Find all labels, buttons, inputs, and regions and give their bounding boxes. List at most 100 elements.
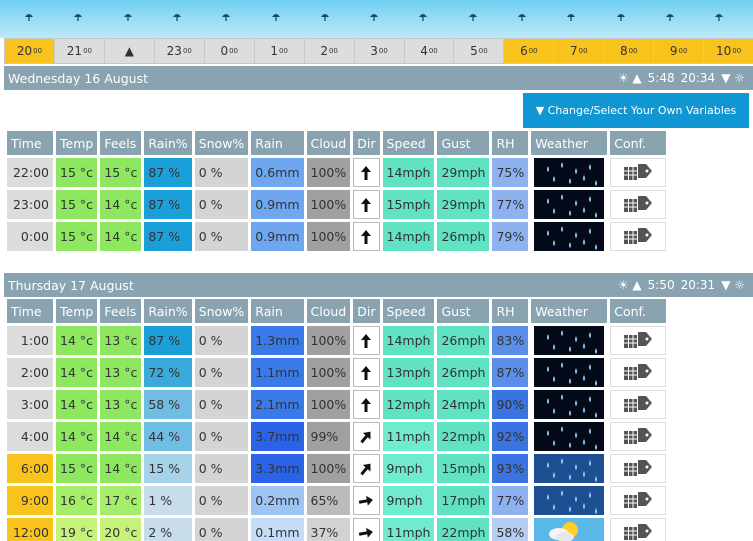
rain-amount-cell: 0.1mm (251, 518, 304, 541)
sunset-time: 20:31 (680, 278, 716, 292)
wind-direction-icon (353, 222, 380, 251)
precipitation-timeline (0, 0, 753, 38)
hour-cell[interactable]: 1 00 (253, 38, 305, 64)
confidence-icon[interactable] (610, 454, 667, 483)
raindrop-icon (123, 12, 133, 22)
table-row: 9:00 16 °c 17 °c 1 % 0 % 0.2mm 65% 9mph 17mph 77% (7, 486, 667, 515)
forecast-table: Time Temp Feels Rain% Snow% Rain Cloud Dir Speed… (4, 296, 669, 541)
column-header-rain[interactable]: Rain% (144, 131, 192, 155)
hour-cell[interactable]: 0 00 (203, 38, 255, 64)
table-row: 12:00 19 °c 20 °c 2 % 0 % 0.1mm 37% 11mph 22mph 5… (7, 518, 667, 541)
snow-chance-cell: 0 % (194, 518, 249, 541)
rain-amount-cell: 0.6mm (251, 158, 304, 187)
hour-cell[interactable]: 9 00 (653, 38, 705, 64)
snow-chance-cell: 0 % (194, 190, 249, 219)
column-header-rain[interactable]: Rain (251, 131, 304, 155)
snow-chance-cell: 0 % (194, 358, 249, 387)
rain-chance-cell: 87 % (144, 190, 192, 219)
humidity-cell: 90% (492, 390, 529, 419)
table-row: 6:00 15 °c 14 °c 15 % 0 % 3.3mm 100% 9mph 15mph 9… (7, 454, 667, 483)
column-header-weather[interactable]: Weather (531, 131, 608, 155)
cloud-cell: 100% (306, 158, 351, 187)
confidence-icon[interactable] (610, 422, 667, 451)
table-row: 2:00 14 °c 13 °c 72 % 0 % 1.1mm 100% 13mph 26mph… (7, 358, 667, 387)
column-header-rh[interactable]: RH (492, 299, 529, 323)
hour-cell[interactable]: 20 00 (4, 38, 55, 64)
weather-icon (531, 358, 607, 387)
column-header-temp[interactable]: Temp (56, 299, 98, 323)
gust-cell: 17mph (437, 486, 490, 515)
gust-cell: 24mph (437, 390, 490, 419)
temp-cell: 15 °c (56, 190, 98, 219)
column-header-snow[interactable]: Snow% (194, 131, 249, 155)
confidence-icon[interactable] (610, 222, 667, 251)
column-header-conf[interactable]: Conf. (610, 131, 667, 155)
humidity-cell: 75% (492, 158, 529, 187)
hour-cell[interactable]: 21 00 (53, 38, 105, 64)
column-header-time[interactable]: Time (7, 131, 53, 155)
confidence-icon[interactable] (610, 326, 667, 355)
wind-speed-cell: 13mph (382, 358, 435, 387)
feels-cell: 20 °c (100, 518, 142, 541)
humidity-cell: 92% (492, 422, 529, 451)
column-header-rain[interactable]: Rain% (144, 299, 192, 323)
sun-times: ☀ ▲ 5:48 20:34 ▼ ☼ (618, 71, 753, 85)
time-cell: 3:00 (7, 390, 53, 419)
sunrise-icon: ☀ ▲ (617, 71, 642, 85)
column-header-time[interactable]: Time (7, 299, 53, 323)
column-header-temp[interactable]: Temp (56, 131, 98, 155)
raindrop-icon (616, 12, 626, 22)
column-header-conf[interactable]: Conf. (610, 299, 667, 323)
raindrop-icon (271, 12, 281, 22)
column-header-feels[interactable]: Feels (100, 299, 142, 323)
column-header-speed[interactable]: Speed (382, 299, 435, 323)
hour-cell[interactable]: 7 00 (553, 38, 605, 64)
column-header-dir[interactable]: Dir (353, 299, 380, 323)
sunrise-time: 5:50 (647, 278, 675, 292)
hour-cell[interactable]: 3 00 (353, 38, 405, 64)
column-header-speed[interactable]: Speed (382, 131, 435, 155)
confidence-icon[interactable] (610, 158, 667, 187)
confidence-icon[interactable] (610, 518, 667, 541)
cloud-cell: 100% (306, 454, 351, 483)
snow-chance-cell: 0 % (194, 454, 249, 483)
column-header-gust[interactable]: Gust (437, 299, 490, 323)
time-cell: 1:00 (7, 326, 53, 355)
raindrop-icon (468, 12, 478, 22)
column-header-gust[interactable]: Gust (437, 131, 490, 155)
cloud-cell: 100% (306, 358, 351, 387)
confidence-icon[interactable] (610, 190, 667, 219)
hour-cell[interactable]: 8 00 (603, 38, 655, 64)
rain-amount-cell: 3.3mm (251, 454, 304, 483)
raindrop-icon (714, 12, 724, 22)
day-header: Thursday 17 August ☀ ▲ 5:50 20:31 ▼ ☼ (4, 273, 753, 297)
gust-cell: 29mph (437, 158, 490, 187)
confidence-icon[interactable] (610, 390, 667, 419)
column-header-rh[interactable]: RH (492, 131, 529, 155)
weather-icon (531, 422, 607, 451)
hour-cell[interactable]: 23 00 (153, 38, 205, 64)
column-header-weather[interactable]: Weather (531, 299, 608, 323)
hour-scale[interactable]: 20 00 21 00 ▲ 23 00 0 00 1 00 2 00 3 00 4 00 5 00 6 00 7 00 8 00… (4, 38, 753, 64)
hour-cell[interactable]: 6 00 (503, 38, 555, 64)
hour-cell[interactable]: 5 00 (453, 38, 505, 64)
raindrop-icon (320, 12, 330, 22)
column-header-snow[interactable]: Snow% (194, 299, 249, 323)
column-header-rain[interactable]: Rain (251, 299, 304, 323)
hour-cell[interactable]: 4 00 (403, 38, 455, 64)
wind-speed-cell: 14mph (382, 222, 435, 251)
confidence-icon[interactable] (610, 358, 667, 387)
wind-direction-icon (353, 190, 380, 219)
column-header-cloud[interactable]: Cloud (306, 131, 351, 155)
humidity-cell: 87% (492, 358, 529, 387)
confidence-icon[interactable] (610, 486, 667, 515)
column-header-dir[interactable]: Dir (353, 131, 380, 155)
column-header-feels[interactable]: Feels (100, 131, 142, 155)
table-row: 3:00 14 °c 13 °c 58 % 0 % 2.1mm 100% 12mph 24mph… (7, 390, 667, 419)
hour-cell[interactable]: 2 00 (303, 38, 355, 64)
change-variables-button[interactable]: ▼ Change/Select Your Own Variables (523, 93, 749, 128)
hour-cell[interactable]: ▲ (103, 38, 155, 64)
temp-cell: 14 °c (56, 422, 98, 451)
hour-cell[interactable]: 10 00 (703, 38, 753, 64)
column-header-cloud[interactable]: Cloud (306, 299, 351, 323)
